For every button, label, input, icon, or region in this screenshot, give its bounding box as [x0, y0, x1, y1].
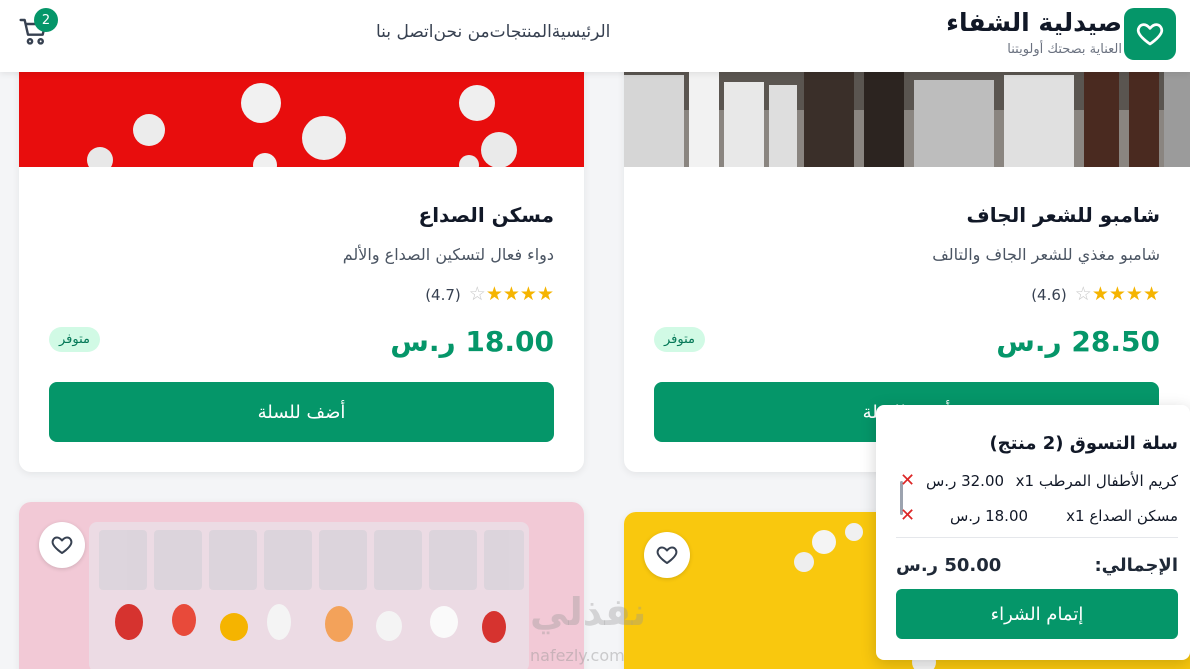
cart-item-name: مسكن الصداع x1	[1066, 507, 1178, 525]
star-icon: ★	[1142, 283, 1160, 305]
product-name: شامبو للشعر الجاف	[966, 203, 1160, 227]
star-empty-icon: ☆	[468, 283, 486, 305]
divider	[896, 537, 1178, 538]
product-image	[19, 502, 584, 669]
product-rating: (4.7) ☆ ★ ★ ★ ★	[425, 285, 554, 304]
heart-outline-icon	[51, 536, 73, 554]
star-icon: ★	[1125, 283, 1143, 305]
logo[interactable]	[1124, 8, 1176, 60]
rating-value: (4.6)	[1031, 285, 1067, 304]
star-icon: ★	[519, 283, 537, 305]
cart-item-price: 18.00 ر.س	[950, 507, 1029, 525]
main-nav: الرئيسية المنتجات من نحن اتصل بنا	[376, 22, 610, 42]
star-icon: ★	[536, 283, 554, 305]
star-icon: ★	[1108, 283, 1126, 305]
cart-item: مسكن الصداع x1 18.00 ر.س ✕	[888, 505, 1178, 531]
nav-home[interactable]: الرئيسية	[552, 22, 611, 42]
heart-outline-icon	[656, 546, 678, 564]
product-card: مسكن الصداع دواء فعال لتسكين الصداع والأ…	[19, 40, 584, 472]
product-name: مسكن الصداع	[418, 203, 554, 227]
cart-dropdown: سلة التسوق (2 منتج) كريم الأطفال المرطب …	[876, 405, 1190, 660]
favorite-button[interactable]	[39, 522, 85, 568]
cart-total-label: الإجمالي:	[1094, 555, 1178, 576]
star-icon: ★	[1091, 283, 1109, 305]
nav-contact[interactable]: اتصل بنا	[376, 22, 434, 42]
heart-icon	[1136, 23, 1164, 46]
star-empty-icon: ☆	[1074, 283, 1092, 305]
add-to-cart-button[interactable]: أضف للسلة	[49, 382, 554, 442]
brand-subtitle: العناية بصحتك أولويتنا	[1007, 42, 1122, 57]
product-rating: (4.6) ☆ ★ ★ ★ ★	[1031, 285, 1160, 304]
favorite-button[interactable]	[644, 532, 690, 578]
cart-title: سلة التسوق (2 منتج)	[989, 433, 1178, 454]
remove-icon[interactable]: ✕	[900, 505, 915, 526]
product-description: دواء فعال لتسكين الصداع والألم	[342, 245, 554, 264]
cart-count-badge: 2	[34, 8, 58, 32]
stock-badge: متوفر	[49, 327, 100, 352]
product-body: مسكن الصداع دواء فعال لتسكين الصداع والأ…	[19, 167, 584, 472]
remove-icon[interactable]: ✕	[900, 470, 915, 491]
cart-item-name: كريم الأطفال المرطب x1	[1015, 472, 1178, 490]
nav-about[interactable]: من نحن	[434, 22, 490, 42]
nav-products[interactable]: المنتجات	[490, 22, 552, 42]
star-icon: ★	[502, 283, 520, 305]
brand-title: صيدلية الشفاء	[946, 8, 1122, 37]
cart-item: كريم الأطفال المرطب x1 32.00 ر.س ✕	[888, 470, 1178, 496]
watermark-logo: نفذلي	[530, 590, 647, 634]
product-description: شامبو مغذي للشعر الجاف والتالف	[932, 245, 1160, 264]
product-price: 18.00 ر.س	[390, 325, 554, 358]
product-card	[19, 502, 584, 669]
cart-total-value: 50.00 ر.س	[896, 555, 1002, 576]
cart-item-price: 32.00 ر.س	[926, 472, 1005, 490]
stock-badge: متوفر	[654, 327, 705, 352]
star-icon: ★	[485, 283, 503, 305]
watermark-url: nafezly.com	[530, 646, 625, 665]
site-header: صيدلية الشفاء العناية بصحتك أولويتنا الر…	[0, 0, 1190, 72]
rating-value: (4.7)	[425, 285, 461, 304]
checkout-button[interactable]: إتمام الشراء	[896, 589, 1178, 639]
product-price: 28.50 ر.س	[996, 325, 1160, 358]
